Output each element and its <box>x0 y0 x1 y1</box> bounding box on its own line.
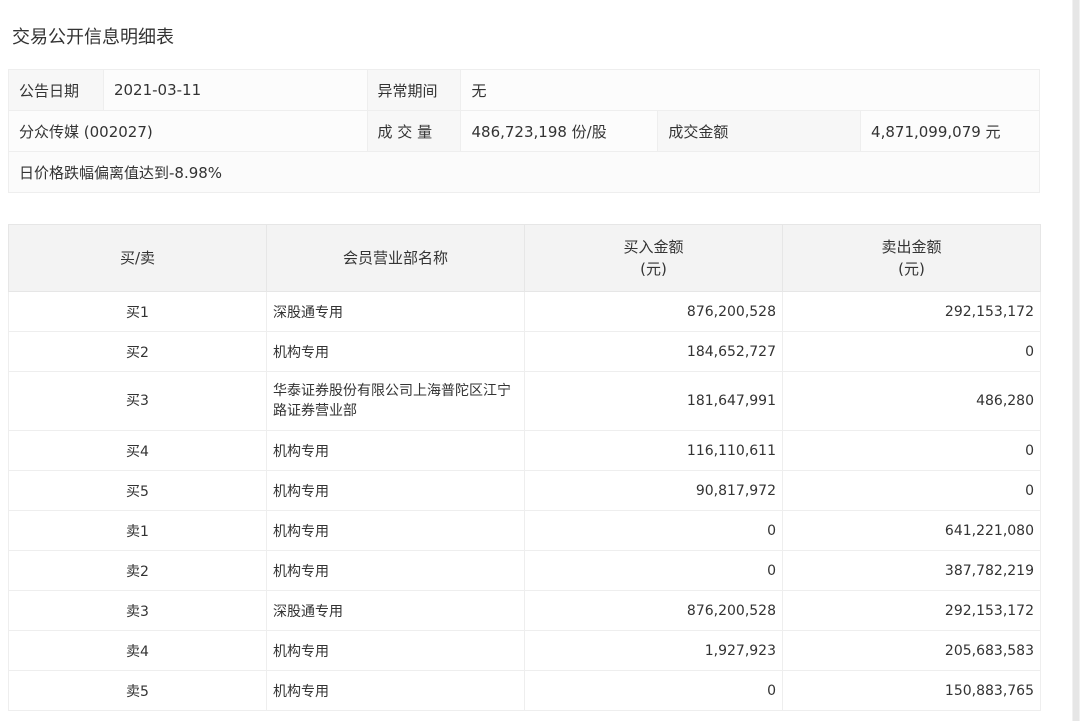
vertical-scrollbar[interactable] <box>1072 0 1080 721</box>
table-header-row: 买/卖 会员营业部名称 买入金额 (元) 卖出金额 (元) <box>8 224 1041 292</box>
cell-buy-amount: 1,927,923 <box>524 630 783 671</box>
info-row-date: 公告日期 2021-03-11 异常期间 无 <box>8 69 1040 111</box>
table-row: 卖3 深股通专用 876,200,528 292,153,172 <box>8 590 1041 631</box>
table-row: 买4 机构专用 116,110,611 0 <box>8 430 1041 471</box>
cell-buy-amount: 876,200,528 <box>524 291 783 332</box>
table-row: 买2 机构专用 184,652,727 0 <box>8 331 1041 372</box>
page: 交易公开信息明细表 公告日期 2021-03-11 异常期间 无 分众传媒 (0… <box>0 0 1080 721</box>
cell-member: 深股通专用 <box>266 590 525 631</box>
header-sell-amount-title: 卖出金额 <box>881 238 942 256</box>
cell-member: 华泰证券股份有限公司上海普陀区江宁路证券营业部 <box>266 371 525 431</box>
cell-side: 卖2 <box>8 550 267 591</box>
trade-detail-table: 买/卖 会员营业部名称 买入金额 (元) 卖出金额 (元) 买1 深股通专用 8… <box>8 224 1041 711</box>
cell-side: 买4 <box>8 430 267 471</box>
header-buy-amount-title: 买入金额 <box>623 238 684 256</box>
header-buy-amount: 买入金额 (元) <box>524 224 783 292</box>
cell-sell-amount: 0 <box>782 470 1041 511</box>
abnormal-period-label: 异常期间 <box>366 69 462 111</box>
cell-buy-amount: 0 <box>524 670 783 711</box>
cell-side: 卖1 <box>8 510 267 551</box>
cell-side: 买1 <box>8 291 267 332</box>
header-sell-amount: 卖出金额 (元) <box>782 224 1041 292</box>
header-sell-amount-unit: (元) <box>898 260 925 278</box>
cell-sell-amount: 387,782,219 <box>782 550 1041 591</box>
cell-side: 买3 <box>8 371 267 431</box>
table-row: 买3 华泰证券股份有限公司上海普陀区江宁路证券营业部 181,647,991 4… <box>8 371 1041 431</box>
header-side: 买/卖 <box>8 224 267 292</box>
cell-side: 卖3 <box>8 590 267 631</box>
cell-sell-amount: 150,883,765 <box>782 670 1041 711</box>
cell-member: 机构专用 <box>266 630 525 671</box>
volume-value: 486,723,198 份/股 <box>460 110 659 152</box>
table-row: 卖5 机构专用 0 150,883,765 <box>8 670 1041 711</box>
cell-sell-amount: 292,153,172 <box>782 590 1041 631</box>
cell-sell-amount: 0 <box>782 430 1041 471</box>
table-row: 买5 机构专用 90,817,972 0 <box>8 470 1041 511</box>
header-buy-amount-unit: (元) <box>640 260 667 278</box>
cell-sell-amount: 205,683,583 <box>782 630 1041 671</box>
cell-member: 机构专用 <box>266 331 525 372</box>
reason-text: 日价格跌幅偏离值达到-8.98% <box>8 151 1040 193</box>
cell-member: 机构专用 <box>266 430 525 471</box>
cell-member: 机构专用 <box>266 470 525 511</box>
abnormal-period-value: 无 <box>460 69 1040 111</box>
info-row-volume: 分众传媒 (002027) 成 交 量 486,723,198 份/股 成交金额… <box>8 110 1040 152</box>
cell-buy-amount: 90,817,972 <box>524 470 783 511</box>
announce-date-value: 2021-03-11 <box>102 69 368 111</box>
table-row: 买1 深股通专用 876,200,528 292,153,172 <box>8 291 1041 332</box>
cell-buy-amount: 876,200,528 <box>524 590 783 631</box>
volume-label: 成 交 量 <box>366 110 462 152</box>
cell-side: 买2 <box>8 331 267 372</box>
cell-buy-amount: 181,647,991 <box>524 371 783 431</box>
cell-member: 深股通专用 <box>266 291 525 332</box>
cell-member: 机构专用 <box>266 510 525 551</box>
info-table: 公告日期 2021-03-11 异常期间 无 分众传媒 (002027) 成 交… <box>8 69 1040 193</box>
cell-sell-amount: 486,280 <box>782 371 1041 431</box>
cell-buy-amount: 0 <box>524 510 783 551</box>
amount-label: 成交金额 <box>657 110 862 152</box>
table-row: 卖4 机构专用 1,927,923 205,683,583 <box>8 630 1041 671</box>
scrollbar-thumb[interactable] <box>1073 0 1079 721</box>
cell-sell-amount: 0 <box>782 331 1041 372</box>
cell-member: 机构专用 <box>266 670 525 711</box>
cell-side: 买5 <box>8 470 267 511</box>
stock-name: 分众传媒 (002027) <box>8 110 368 152</box>
cell-sell-amount: 292,153,172 <box>782 291 1041 332</box>
announce-date-label: 公告日期 <box>8 69 104 111</box>
amount-value: 4,871,099,079 元 <box>860 110 1040 152</box>
cell-member: 机构专用 <box>266 550 525 591</box>
page-title: 交易公开信息明细表 <box>12 27 174 48</box>
cell-buy-amount: 116,110,611 <box>524 430 783 471</box>
info-row-reason: 日价格跌幅偏离值达到-8.98% <box>8 151 1040 193</box>
cell-buy-amount: 0 <box>524 550 783 591</box>
table-row: 卖1 机构专用 0 641,221,080 <box>8 510 1041 551</box>
cell-sell-amount: 641,221,080 <box>782 510 1041 551</box>
cell-side: 卖5 <box>8 670 267 711</box>
table-row: 卖2 机构专用 0 387,782,219 <box>8 550 1041 591</box>
cell-side: 卖4 <box>8 630 267 671</box>
cell-buy-amount: 184,652,727 <box>524 331 783 372</box>
header-member: 会员营业部名称 <box>266 224 525 292</box>
